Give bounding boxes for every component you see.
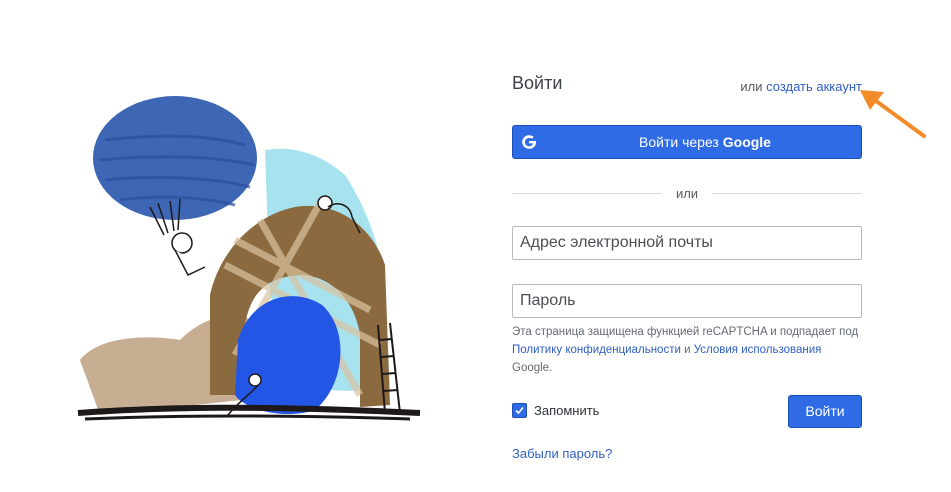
create-account-line: или создать аккаунт (740, 79, 862, 94)
remember-me-checkbox[interactable]: Запомнить (512, 403, 599, 418)
illustration-art (77, 96, 421, 421)
annotation-arrow-icon (860, 90, 926, 138)
create-account-prefix: или (740, 79, 763, 94)
recaptcha-text: Эта страница защищена функцией reCAPTCHA… (512, 326, 859, 338)
page-title: Войти (512, 73, 563, 93)
remember-me-label: Запомнить (534, 403, 600, 418)
email-field[interactable] (512, 226, 862, 260)
divider-line-right (712, 193, 862, 194)
google-signin-prefix: Войти через (639, 134, 719, 150)
forgot-password-link[interactable]: Забыли пароль? (512, 446, 612, 461)
terms-of-use-link[interactable]: Условия использования (694, 344, 822, 356)
signin-button[interactable]: Войти (788, 395, 862, 428)
create-account-link[interactable]: создать аккаунт (766, 79, 862, 94)
recaptcha-suffix: Google. (512, 362, 553, 374)
checkmark-icon[interactable] (512, 403, 527, 418)
or-divider: или (512, 186, 862, 201)
password-field[interactable] (512, 284, 862, 318)
google-signin-label: Войти через Google (549, 126, 861, 158)
google-g-icon (515, 128, 543, 156)
hero-illustration (60, 95, 435, 445)
google-signin-button[interactable]: Войти через Google (512, 125, 862, 159)
privacy-policy-link[interactable]: Политику конфиденциальности (512, 344, 681, 356)
recaptcha-and: и (684, 344, 691, 356)
recaptcha-notice: Эта страница защищена функцией reCAPTCHA… (512, 323, 862, 377)
google-brand-text: Google (722, 134, 771, 150)
